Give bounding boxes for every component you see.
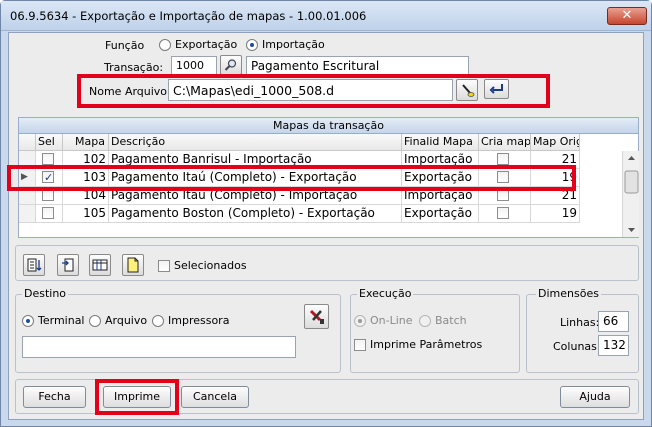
execucao-group: Execução	[350, 287, 520, 373]
highlight-selected-row	[7, 165, 576, 191]
radio-importacao[interactable]	[246, 39, 258, 51]
fecha-button[interactable]: Fecha	[23, 386, 86, 408]
colunas-input[interactable]: 132	[598, 335, 629, 356]
document-arrow-icon	[62, 258, 74, 272]
table-row[interactable]: 105 Pagamento Boston (Completo) - Export…	[19, 205, 622, 223]
funcao-label: Função	[105, 39, 145, 52]
radio-exportacao[interactable]	[159, 39, 171, 51]
finalidade-cell: Exportação	[402, 205, 479, 223]
imprime-parametros-label: Imprime Parâmetros	[370, 338, 483, 351]
transacao-search-button[interactable]	[220, 55, 242, 75]
main-window: 06.9.5634 - Exportação e Importação de m…	[0, 0, 652, 427]
dimensoes-group: Dimensões	[526, 287, 639, 373]
col-map-orig[interactable]: Map Orig	[531, 134, 580, 151]
col-finalidade[interactable]: Finalid Mapa	[402, 134, 479, 151]
sel-checkbox[interactable]	[42, 153, 54, 165]
linhas-input[interactable]: 66	[598, 311, 629, 332]
col-descricao[interactable]: Descrição	[109, 134, 402, 151]
destino-group: Destino	[15, 287, 341, 373]
cria-checkbox[interactable]	[497, 153, 509, 165]
radio-importacao-label: Importação	[262, 38, 325, 51]
radio-arquivo[interactable]	[89, 315, 101, 327]
radio-batch[interactable]	[419, 315, 431, 327]
dimensoes-title: Dimensões	[536, 287, 601, 300]
move-button[interactable]	[57, 254, 79, 276]
highlight-nome-arquivo	[77, 74, 550, 108]
radio-exportacao-label: Exportação	[175, 38, 238, 51]
close-button[interactable]: ✕	[607, 7, 647, 25]
sort-list-icon	[27, 258, 42, 272]
cria-cell	[479, 205, 531, 223]
ajuda-button[interactable]: Ajuda	[560, 386, 630, 408]
magnifier-icon	[224, 59, 237, 71]
sort-button[interactable]	[23, 254, 45, 276]
sel-cell	[36, 205, 63, 223]
columns-button[interactable]	[89, 254, 111, 276]
col-mapa[interactable]: Mapa	[63, 134, 109, 151]
dialog-body: Função Exportação Importação Transação: …	[7, 32, 644, 420]
title-bar: 06.9.5634 - Exportação e Importação de m…	[1, 1, 651, 31]
row-indicator	[19, 205, 36, 223]
sel-checkbox[interactable]	[42, 207, 54, 219]
new-document-icon	[127, 257, 139, 273]
imprime-parametros-checkbox[interactable]	[354, 339, 366, 351]
window-title: 06.9.5634 - Exportação e Importação de m…	[10, 9, 367, 23]
scrollbar-arrows-icon	[624, 156, 639, 232]
selecionados-label: Selecionados	[174, 259, 247, 272]
destino-path-input[interactable]	[22, 336, 296, 358]
col-cria-mapa[interactable]: Cria mapa	[479, 134, 531, 151]
radio-terminal[interactable]	[22, 315, 34, 327]
linhas-label: Linhas:	[560, 316, 600, 329]
radio-online-label: On-Line	[370, 314, 413, 327]
orig-cell: 19	[531, 205, 580, 223]
transacao-description-field: Pagamento Escritural	[246, 56, 469, 75]
destino-title: Destino	[22, 287, 69, 300]
radio-online[interactable]	[354, 315, 366, 327]
transacao-code-input[interactable]: 1000	[171, 56, 217, 75]
tools-icon	[309, 309, 324, 324]
new-button[interactable]	[122, 254, 144, 276]
radio-terminal-label: Terminal	[38, 314, 85, 327]
printer-setup-button[interactable]	[304, 304, 329, 329]
cancela-button[interactable]: Cancela	[181, 386, 249, 408]
col-sel[interactable]: Sel	[36, 134, 63, 151]
colunas-label: Colunas:	[553, 340, 601, 353]
radio-arquivo-label: Arquivo	[105, 314, 148, 327]
grid-vertical-scrollbar[interactable]	[622, 151, 639, 237]
col-indicator	[19, 134, 36, 151]
radio-batch-label: Batch	[435, 314, 467, 327]
selecionados-checkbox[interactable]	[158, 260, 170, 272]
transacao-label: Transação:	[104, 61, 164, 74]
cria-checkbox[interactable]	[497, 207, 509, 219]
radio-impressora[interactable]	[152, 315, 164, 327]
radio-impressora-label: Impressora	[168, 314, 230, 327]
highlight-imprime	[95, 379, 179, 415]
grid-title: Mapas da transação	[18, 117, 639, 134]
execucao-title: Execução	[357, 287, 414, 300]
mapa-cell: 105	[63, 205, 109, 223]
descricao-cell: Pagamento Boston (Completo) - Exportação	[109, 205, 402, 223]
table-columns-icon	[92, 259, 108, 271]
